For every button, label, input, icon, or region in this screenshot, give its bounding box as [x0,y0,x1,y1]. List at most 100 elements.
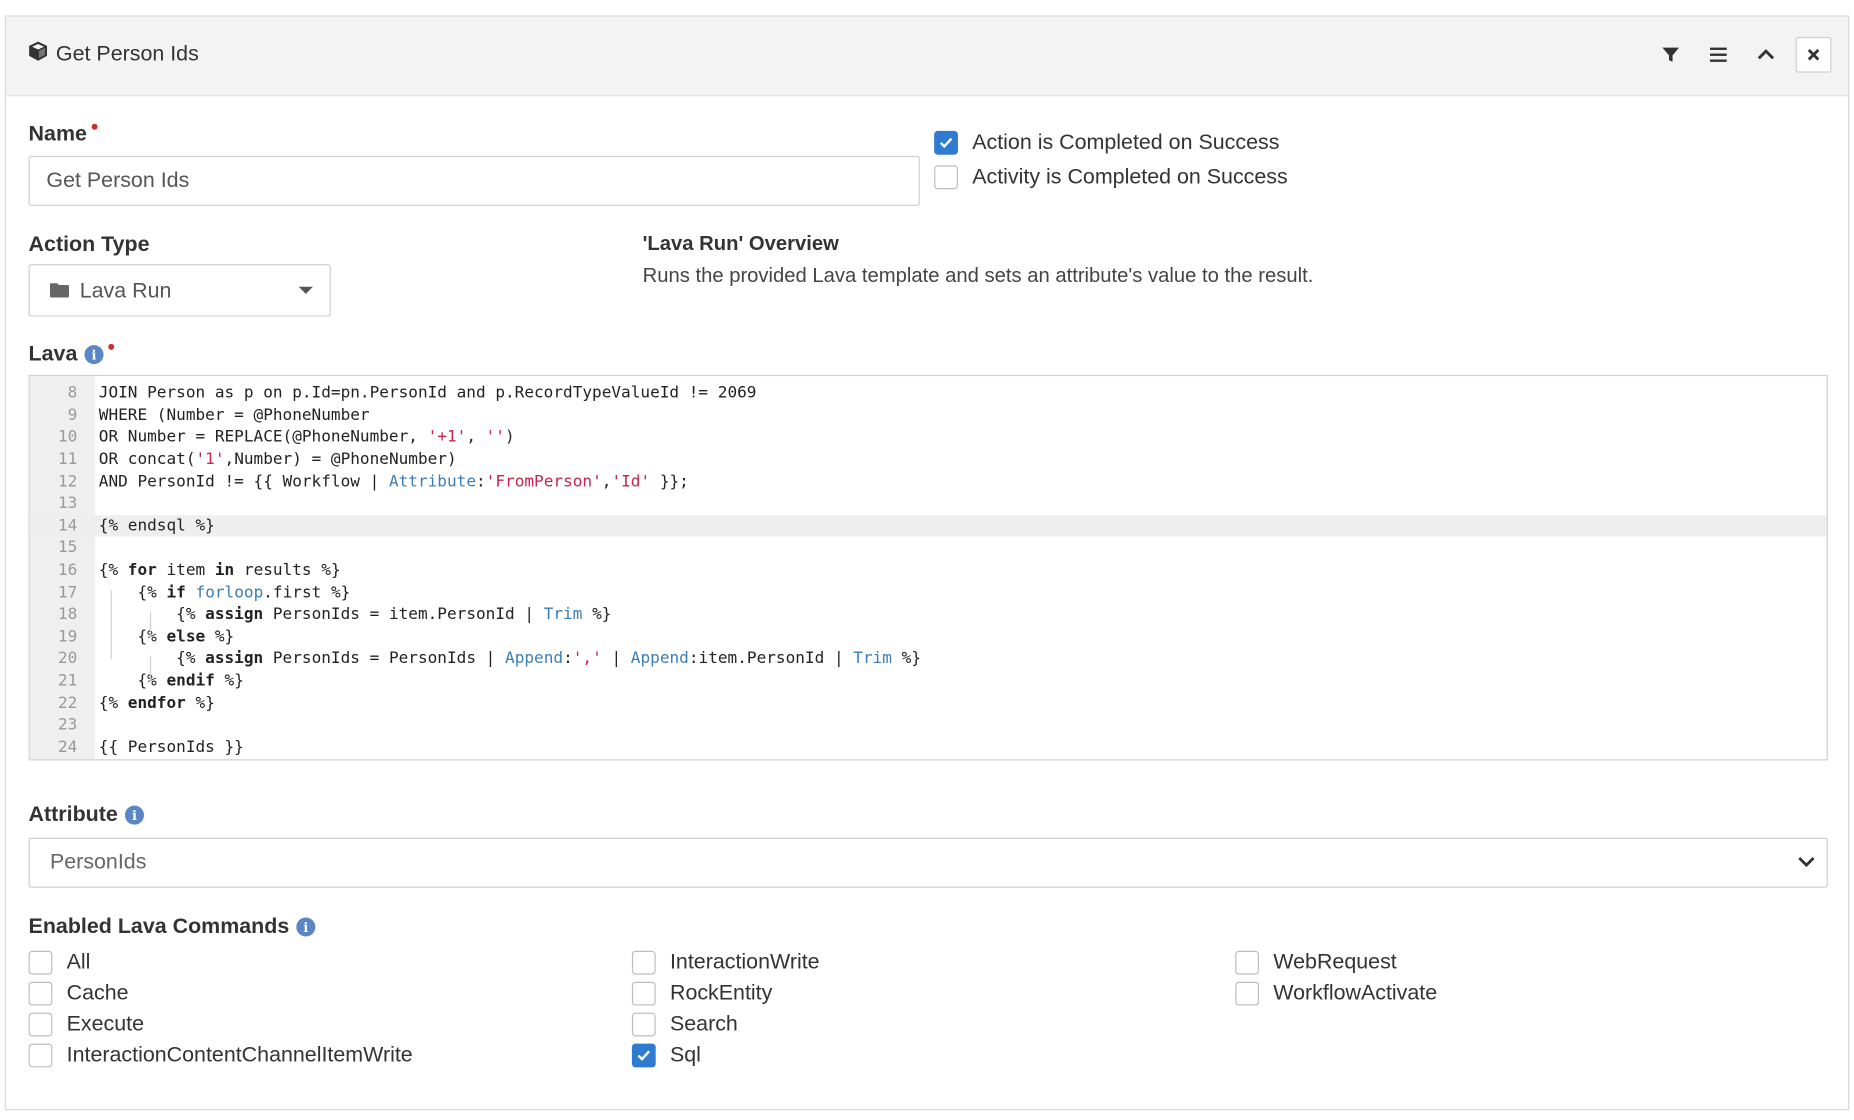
line-number: 20 [57,649,78,669]
line-number: 16 [57,560,78,580]
lava-command-label: Execute [66,1011,145,1036]
code-line[interactable]: 19 {% else %} [30,625,1827,647]
action-completed-option[interactable]: Action is Completed on Success [934,130,1279,155]
lava-command-checkbox[interactable] [631,1043,656,1067]
code-line[interactable]: 12 AND PersonId != {{ Workflow | Attribut… [30,471,1827,493]
code-line[interactable]: 24 {{ PersonIds }} [30,736,1827,758]
lava-command-checkbox[interactable] [631,1012,656,1036]
code-line[interactable]: 11 OR concat('1',Number) = @PhoneNumber) [30,448,1827,470]
info-icon[interactable]: i [296,917,316,937]
lava-code-editor[interactable]: 8 JOIN Person as p on p.Id=pn.PersonId an… [28,374,1828,761]
check-icon [939,137,953,148]
lava-command-checkbox[interactable] [28,981,53,1005]
code-line[interactable]: 9 WHERE (Number = @PhoneNumber [30,404,1827,426]
lava-command-label: WorkflowActivate [1273,980,1438,1005]
indent-guide [110,590,112,660]
action-completed-label: Action is Completed on Success [972,129,1280,154]
info-icon[interactable]: i [124,805,144,825]
menu-button[interactable] [1701,37,1737,73]
code-line[interactable]: 14 {% endsql %} [29,514,1827,537]
check-icon [637,1049,651,1061]
attribute-value: PersonIds [49,849,147,874]
lava-commands-label-text: Enabled Lava Commands [28,913,290,938]
code-line[interactable]: 15 [30,537,1827,559]
line-number: 23 [57,715,78,735]
lava-command-checkbox[interactable] [28,950,53,975]
lava-command-execute[interactable]: Execute [28,1011,413,1037]
line-number: 18 [57,604,78,624]
code-text: {% for item in results %} [98,560,341,580]
code-line[interactable]: 10 OR Number = REPLACE(@PhoneNumber, '+1'… [30,426,1827,448]
line-number: 17 [57,582,78,602]
cube-icon [27,40,48,67]
code-text: OR concat('1',Number) = @PhoneNumber) [98,449,457,469]
lava-command-rockentity[interactable]: RockEntity [631,980,820,1006]
lava-command-checkbox[interactable] [28,1043,53,1067]
code-text: AND PersonId != {{ Workflow | Attribute:… [98,472,689,492]
code-line[interactable]: 22 {% endfor %} [30,692,1827,714]
attribute-select[interactable]: PersonIds [28,837,1828,888]
overview-title: 'Lava Run' Overview [642,232,839,255]
lava-command-checkbox[interactable] [1235,981,1260,1005]
action-type-value: Lava Run [79,277,172,302]
code-text: {% endif %} [98,671,244,691]
collapse-button[interactable] [1748,37,1784,73]
code-line[interactable]: 20 {% assign PersonIds = PersonIds | App… [30,648,1827,670]
panel-header: Get Person Ids [5,16,1849,97]
lava-command-checkbox[interactable] [28,1012,53,1036]
line-number: 19 [57,626,78,646]
lava-command-label: InteractionContentChannelItemWrite [66,1042,413,1067]
lava-command-checkbox[interactable] [631,981,656,1005]
action-completed-checkbox[interactable] [934,130,958,155]
lava-command-label: RockEntity [669,980,773,1005]
required-indicator [108,343,115,350]
activity-completed-option[interactable]: Activity is Completed on Success [934,164,1288,189]
code-line[interactable]: 16 {% for item in results %} [30,559,1827,581]
name-label-text: Name [28,121,87,146]
panel-title-wrap[interactable]: Get Person Ids [27,40,199,67]
line-number: 8 [67,383,78,403]
line-number: 24 [57,737,78,757]
activity-completed-checkbox[interactable] [934,164,958,189]
code-text: OR Number = REPLACE(@PhoneNumber, '+1', … [98,427,515,447]
line-number: 13 [57,494,78,514]
indent-guide [149,611,152,638]
code-line[interactable]: 18 {% assign PersonIds = item.PersonId |… [30,603,1827,625]
lava-command-all[interactable]: All [28,949,413,975]
lava-command-sql[interactable]: Sql [631,1042,820,1067]
code-line[interactable]: 13 [30,493,1827,515]
lava-command-interactioncontentchannelitemwrite[interactable]: InteractionContentChannelItemWrite [28,1042,413,1067]
lava-command-workflowactivate[interactable]: WorkflowActivate [1235,981,1437,1006]
lava-commands-column: WebRequest WorkflowActivate [1235,950,1437,1006]
filter-button[interactable] [1653,37,1689,73]
lava-label-text: Lava [28,341,78,366]
code-text: {% assign PersonIds = PersonIds | Append… [98,649,922,669]
lava-command-checkbox[interactable] [1235,950,1260,975]
line-number: 21 [57,671,78,691]
line-number: 10 [57,427,78,447]
lava-label: Lava i [29,342,115,367]
lava-commands-label: Enabled Lava Commands i [29,914,316,939]
lava-command-checkbox[interactable] [631,950,656,975]
name-input[interactable]: Get Person Ids [28,155,920,206]
close-button[interactable] [1795,36,1832,73]
lava-command-interactionwrite[interactable]: InteractionWrite [631,949,820,975]
lava-command-label: Sql [669,1042,701,1067]
code-line[interactable]: 23 [30,714,1827,736]
code-line[interactable]: 8 JOIN Person as p on p.Id=pn.PersonId an… [30,382,1827,404]
lava-command-search[interactable]: Search [631,1012,820,1037]
lava-command-webrequest[interactable]: WebRequest [1235,950,1437,975]
action-type-select[interactable]: Lava Run [28,264,331,317]
code-line[interactable]: 21 {% endif %} [30,670,1827,692]
code-text: {% if forloop.first %} [98,582,351,602]
attribute-label-text: Attribute [28,802,118,826]
indent-guide [149,655,152,682]
info-icon[interactable]: i [84,345,104,365]
code-line[interactable]: 17 {% if forloop.first %} [30,581,1827,603]
lava-command-label: WebRequest [1273,949,1397,974]
code-text: {% endfor %} [98,693,215,713]
lava-command-cache[interactable]: Cache [28,981,413,1006]
lava-command-label: InteractionWrite [669,949,820,974]
lava-command-label: All [66,949,91,974]
line-number: 12 [57,472,78,492]
